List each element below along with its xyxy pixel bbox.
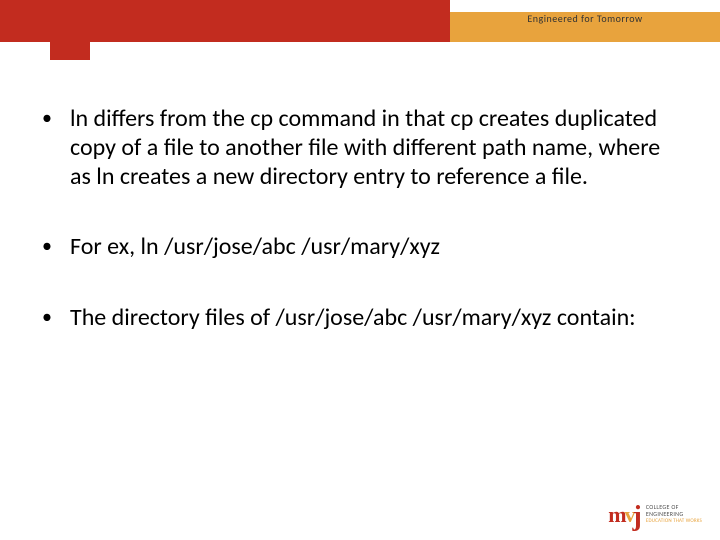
header-notch xyxy=(50,42,90,60)
bullet-dot: • xyxy=(42,105,70,191)
logo-mark: m v j xyxy=(608,498,642,530)
logo-letter-j: j xyxy=(633,501,642,533)
header-red-block xyxy=(0,0,450,42)
logo-sub: EDUCATION THAT WORKS xyxy=(646,518,702,524)
bullet-item: • For ex, ln /usr/jose/abc /usr/mary/xyz xyxy=(42,233,682,262)
bullet-text: The directory files of /usr/jose/abc /us… xyxy=(70,304,682,333)
bullet-item: • The directory files of /usr/jose/abc /… xyxy=(42,304,682,333)
header-tagline: Engineered for Tomorrow xyxy=(455,12,715,24)
bullet-item: • ln differs from the cp command in that… xyxy=(42,105,682,191)
logo-line2: ENGINEERING xyxy=(646,511,702,518)
bullet-text: ln differs from the cp command in that c… xyxy=(70,105,682,191)
bullet-text: For ex, ln /usr/jose/abc /usr/mary/xyz xyxy=(70,233,682,262)
bullet-dot: • xyxy=(42,304,70,333)
bullet-dot: • xyxy=(42,233,70,262)
slide-content: • ln differs from the cp command in that… xyxy=(42,105,682,375)
footer-logo: m v j COLLEGE OF ENGINEERING EDUCATION T… xyxy=(608,498,702,530)
logo-text-block: COLLEGE OF ENGINEERING EDUCATION THAT WO… xyxy=(646,504,702,523)
